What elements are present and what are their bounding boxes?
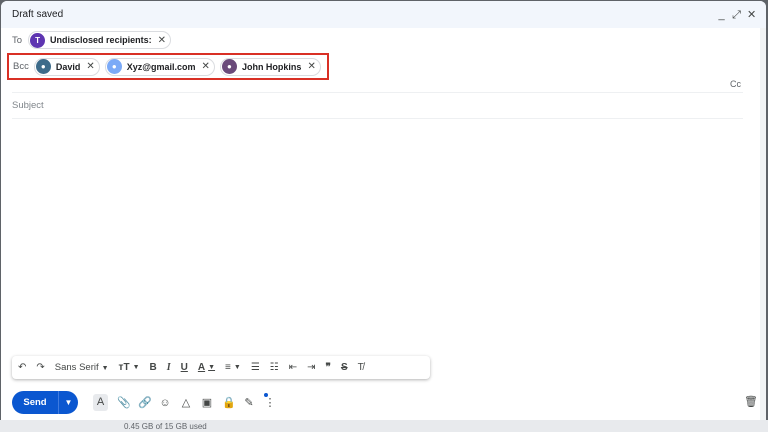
font-name: Sans Serif [54, 362, 99, 373]
formatting-options-icon[interactable]: A [93, 394, 108, 411]
recipient-chip[interactable]: T Undisclosed recipients: ✕ [28, 31, 171, 49]
minimize-icon[interactable]: _ [717, 9, 726, 20]
to-label: To [12, 34, 23, 46]
compose-window: Draft saved _ ⤢ ✕ To T Undisclosed recip… [1, 1, 766, 420]
to-row[interactable]: To T Undisclosed recipients: ✕ [12, 31, 171, 49]
divider [12, 92, 743, 93]
chevron-down-icon: ▼ [132, 364, 140, 371]
scrollbar[interactable] [760, 28, 766, 420]
indent-less-icon[interactable]: ⇤ [289, 362, 297, 373]
photo-icon[interactable]: ▣ [201, 396, 213, 409]
more-options-icon[interactable]: ⋮ [264, 396, 276, 409]
trash-icon[interactable]: 🗑 [744, 395, 758, 408]
avatar: ● [35, 59, 51, 74]
underline-button[interactable]: U [181, 362, 188, 373]
formatting-toolbar: ↶ ↷ Sans Serif ▼ тT ▼ B I U A ▼ ≡ ▼ ☰ ☷ ⇤ ⇥ … [12, 356, 430, 379]
expand-icon[interactable]: ⤢ [732, 9, 741, 20]
avatar: ● [221, 59, 237, 74]
remove-recipient-icon[interactable]: ✕ [307, 61, 315, 72]
bold-button[interactable]: B [150, 362, 157, 373]
text-color-button[interactable]: A ▼ [198, 362, 215, 373]
compose-titlebar[interactable]: Draft saved _ ⤢ ✕ [1, 1, 766, 28]
signature-icon[interactable]: ✎ [243, 396, 255, 409]
divider [12, 118, 743, 119]
storage-usage: 0.45 GB of 15 GB used [124, 422, 207, 431]
undo-icon[interactable]: ↶ [18, 362, 26, 373]
avatar: T [30, 32, 46, 48]
recipient-name: Undisclosed recipients: [50, 35, 152, 45]
send-button[interactable]: Send [12, 391, 58, 414]
redo-icon[interactable]: ↷ [36, 362, 44, 373]
avatar: ● [106, 59, 122, 74]
recipient-chip[interactable]: ● David ✕ [33, 57, 100, 76]
remove-recipient-icon[interactable]: ✕ [86, 61, 94, 72]
text-color-glyph: A [197, 362, 206, 373]
bcc-row[interactable]: Bcc ● David ✕ ● Xyz@gmail.com ✕ ● John H… [7, 53, 329, 80]
chevron-down-icon: ▼ [208, 364, 216, 371]
send-button-group: Send ▼ [12, 391, 78, 414]
font-size-icon[interactable]: тT ▼ [119, 362, 140, 373]
confidential-mode-icon[interactable]: 🔒 [222, 396, 236, 409]
recipient-name: Xyz@gmail.com [126, 61, 196, 72]
chevron-down-icon[interactable]: ▼ [58, 391, 78, 414]
recipient-name: David [55, 61, 81, 72]
background-strip [0, 420, 768, 432]
cc-link[interactable]: Cc [730, 79, 741, 89]
close-icon[interactable]: ✕ [747, 9, 756, 20]
compose-title: Draft saved [12, 9, 64, 20]
bulleted-list-icon[interactable]: ☷ [270, 362, 279, 373]
recipient-chip[interactable]: ● John Hopkins ✕ [219, 57, 321, 76]
quote-icon[interactable]: ❞ [326, 362, 331, 373]
font-select[interactable]: Sans Serif ▼ [55, 362, 109, 373]
compose-actions: Send ▼ A 📎 🔗 ☺ △ ▣ 🔒 ✎ ⋮ [12, 391, 276, 414]
chevron-down-icon: ▼ [233, 364, 241, 371]
strikethrough-icon[interactable]: S [341, 362, 348, 373]
notification-dot [264, 393, 268, 397]
chevron-down-icon: ▼ [101, 365, 109, 372]
attach-icon[interactable]: 📎 [117, 396, 131, 409]
emoji-icon[interactable]: ☺ [159, 397, 171, 409]
drive-icon[interactable]: △ [180, 396, 192, 409]
italic-button[interactable]: I [167, 362, 171, 373]
remove-recipient-icon[interactable]: ✕ [202, 61, 210, 72]
bcc-label: Bcc [13, 61, 29, 72]
subject-input[interactable]: Subject [12, 100, 44, 111]
indent-more-icon[interactable]: ⇥ [307, 362, 315, 373]
font-size-glyph: тT [118, 362, 130, 373]
remove-formatting-icon[interactable]: T̸ [358, 362, 364, 373]
recipient-chip[interactable]: ● Xyz@gmail.com ✕ [104, 57, 215, 76]
remove-recipient-icon[interactable]: ✕ [158, 35, 166, 46]
recipient-name: John Hopkins [241, 61, 302, 72]
align-icon[interactable]: ≡ ▼ [225, 362, 241, 373]
link-icon[interactable]: 🔗 [138, 396, 152, 409]
numbered-list-icon[interactable]: ☰ [251, 362, 260, 373]
